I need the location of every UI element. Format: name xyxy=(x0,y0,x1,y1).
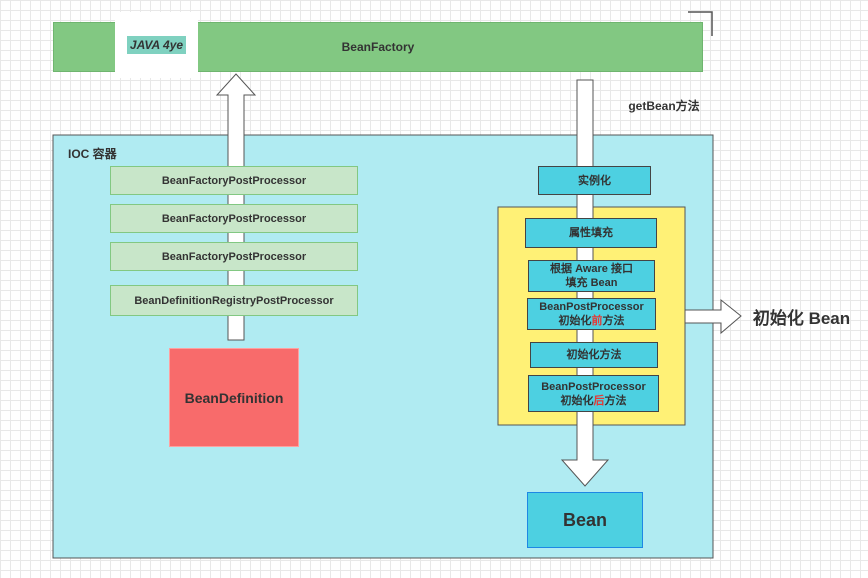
init-bean-label: 初始化 Bean xyxy=(752,308,851,328)
before-init-box[interactable]: BeanPostProcessor 初始化前方法 xyxy=(527,298,656,330)
registry-post-processor-box[interactable]: BeanDefinitionRegistryPostProcessor xyxy=(110,285,358,316)
after-line-2: 初始化后方法 xyxy=(560,394,627,407)
after-line-1: BeanPostProcessor xyxy=(541,380,646,393)
init-method-box[interactable]: 初始化方法 xyxy=(530,342,658,368)
java4ye-logo: JAVA 4ye xyxy=(115,12,198,78)
aware-line-2: 填充 Bean xyxy=(565,277,618,289)
bean-definition-box[interactable]: BeanDefinition xyxy=(169,348,299,447)
after-init-box[interactable]: BeanPostProcessor 初始化后方法 xyxy=(528,375,659,412)
aware-line-1: 根据 Aware 接口 xyxy=(550,263,633,275)
aware-box[interactable]: 根据 Aware 接口 填充 Bean xyxy=(528,260,655,292)
instantiate-box[interactable]: 实例化 xyxy=(538,166,651,195)
ioc-label: IOC 容器 xyxy=(68,146,117,161)
bean-box[interactable]: Bean xyxy=(527,492,643,548)
post-processor-box[interactable]: BeanFactoryPostProcessor xyxy=(110,166,358,195)
post-processor-box[interactable]: BeanFactoryPostProcessor xyxy=(110,204,358,233)
get-bean-label: getBean方法 xyxy=(628,98,700,113)
before-line-1: BeanPostProcessor xyxy=(539,301,644,313)
post-processor-box[interactable]: BeanFactoryPostProcessor xyxy=(110,242,358,271)
logo-text: JAVA 4ye xyxy=(126,36,187,54)
before-line-2: 初始化前方法 xyxy=(558,315,625,327)
populate-box[interactable]: 属性填充 xyxy=(525,218,657,248)
